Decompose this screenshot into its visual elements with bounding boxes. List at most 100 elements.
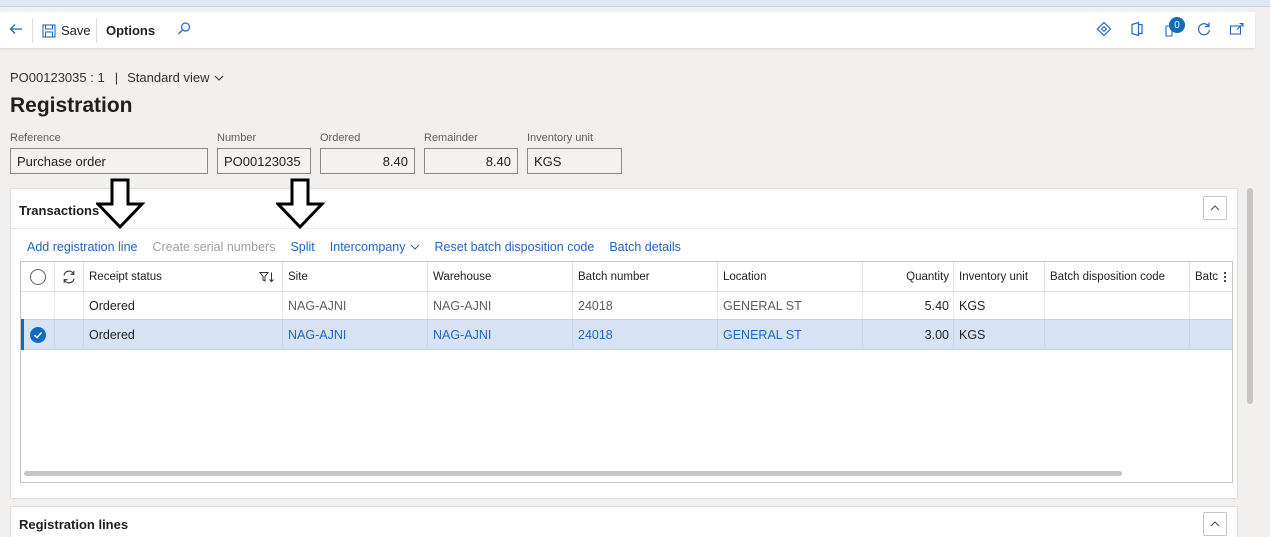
row-select-cell[interactable] [21,292,55,319]
toolbar-divider [32,18,33,43]
page-title: Registration [10,94,133,117]
cell-batch-number[interactable]: 24018 [573,292,718,319]
diamond-icon [1096,21,1112,40]
vertical-scrollbar[interactable] [1247,188,1253,404]
horizontal-scrollbar[interactable] [24,471,1122,476]
breadcrumb: PO00123035 : 1 | Standard view [10,70,224,85]
more-options-icon[interactable] [1223,271,1227,283]
section-divider [11,228,1237,229]
cell-batch-disposition-code[interactable] [1045,292,1190,319]
cell-quantity[interactable]: 3.00 [863,320,954,349]
column-header-inventory-unit[interactable]: Inventory unit [954,262,1045,291]
view-selector[interactable]: Standard view [127,70,224,85]
row-blank-cell [55,292,84,319]
save-label: Save [61,23,91,38]
selected-row-indicator [21,319,24,350]
add-registration-line-button[interactable]: Add registration line [27,240,137,254]
refresh-icon [1196,21,1212,40]
cell-site[interactable]: NAG-AJNI [283,292,428,319]
ordered-label: Ordered [320,132,361,144]
back-button[interactable] [8,12,24,49]
select-all-cell [21,262,55,291]
column-header-site[interactable]: Site [283,262,428,291]
cell-site[interactable]: NAG-AJNI [283,320,428,349]
action-toolbar: Save Options 0 [0,12,1255,49]
cell-quantity[interactable]: 5.40 [863,292,954,319]
cell-inventory-unit[interactable]: KGS [954,320,1045,349]
number-field: Number PO00123035 [217,132,311,174]
column-header-receipt-status[interactable]: Receipt status [84,262,283,291]
grid-header-row: Receipt status Site Warehouse Batch numb… [21,262,1232,292]
intercompany-label: Intercompany [329,240,406,254]
search-button[interactable] [176,12,192,49]
inventory-unit-label: Inventory unit [527,132,594,144]
back-arrow-icon [8,21,24,40]
diamond-button[interactable] [1096,12,1112,49]
table-row[interactable]: Ordered NAG-AJNI NAG-AJNI 24018 GENERAL … [21,292,1232,319]
column-header-batch[interactable]: Batc [1190,262,1232,291]
split-button[interactable]: Split [290,240,314,254]
reference-input[interactable]: Purchase order [10,148,208,174]
cell-location[interactable]: GENERAL ST [718,292,863,319]
cell-batch[interactable] [1190,320,1232,349]
cell-receipt-status[interactable]: Ordered [84,292,283,319]
chevron-down-icon [214,73,224,83]
column-header-batch-number[interactable]: Batch number [573,262,718,291]
cell-warehouse[interactable]: NAG-AJNI [428,320,573,349]
row-selected-checkmark[interactable] [29,326,46,343]
row-select-cell[interactable] [21,320,55,349]
cell-batch[interactable] [1190,292,1232,319]
toolbar-divider [96,18,97,43]
search-icon [176,21,192,40]
select-all-radio[interactable] [29,268,46,285]
options-button[interactable]: Options [106,12,155,49]
batch-header-label: Batc [1195,270,1219,283]
cell-batch-number[interactable]: 24018 [573,320,718,349]
cell-location[interactable]: GENERAL ST [718,320,863,349]
transactions-section: Transactions Add registration line Creat… [10,188,1238,499]
column-header-quantity[interactable]: Quantity [863,262,954,291]
reference-field: Reference Purchase order [10,132,208,174]
inventory-unit-field: Inventory unit KGS [527,132,622,174]
refresh-button[interactable] [1196,12,1212,49]
chevron-up-icon [1209,518,1221,530]
number-input[interactable]: PO00123035 [217,148,311,174]
view-selector-label: Standard view [127,70,210,85]
ordered-input[interactable]: 8.40 [320,148,415,174]
record-id: PO00123035 : 1 [10,70,105,85]
notifications-button[interactable]: 0 [1163,12,1185,49]
office-button[interactable] [1129,12,1145,49]
collapse-transactions-button[interactable] [1203,196,1227,220]
reset-batch-disposition-code-button[interactable]: Reset batch disposition code [435,240,595,254]
remainder-field: Remainder 8.40 [424,132,518,174]
refresh-icon[interactable] [61,269,77,285]
reference-label: Reference [10,132,61,144]
row-blank-cell [55,320,84,349]
column-header-warehouse[interactable]: Warehouse [428,262,573,291]
check-icon [33,330,43,340]
column-header-location[interactable]: Location [718,262,863,291]
ordered-field: Ordered 8.40 [320,132,415,174]
collapse-registration-lines-button[interactable] [1203,512,1227,536]
intercompany-menu-button[interactable]: Intercompany [330,240,420,254]
cell-inventory-unit[interactable]: KGS [954,292,1045,319]
cell-receipt-status[interactable]: Ordered [84,320,283,349]
save-button[interactable]: Save [42,12,91,49]
batch-details-button[interactable]: Batch details [609,240,681,254]
column-header-batch-disposition-code[interactable]: Batch disposition code [1045,262,1190,291]
cell-batch-disposition-code[interactable] [1045,320,1190,349]
remainder-input[interactable]: 8.40 [424,148,518,174]
create-serial-numbers-button[interactable]: Create serial numbers [152,240,275,254]
chevron-down-icon [410,242,420,252]
chevron-up-icon [1209,202,1221,214]
registration-lines-section: Registration lines [10,506,1238,537]
table-row[interactable]: Ordered NAG-AJNI NAG-AJNI 24018 GENERAL … [21,319,1232,350]
receipt-status-header-label: Receipt status [89,270,162,283]
breadcrumb-separator: | [114,70,119,85]
cell-warehouse[interactable]: NAG-AJNI [428,292,573,319]
filter-icon[interactable] [259,271,275,283]
top-strip [0,0,1270,7]
open-new-window-button[interactable] [1229,12,1245,49]
transactions-grid: Receipt status Site Warehouse Batch numb… [20,261,1233,483]
inventory-unit-input[interactable]: KGS [527,148,622,174]
